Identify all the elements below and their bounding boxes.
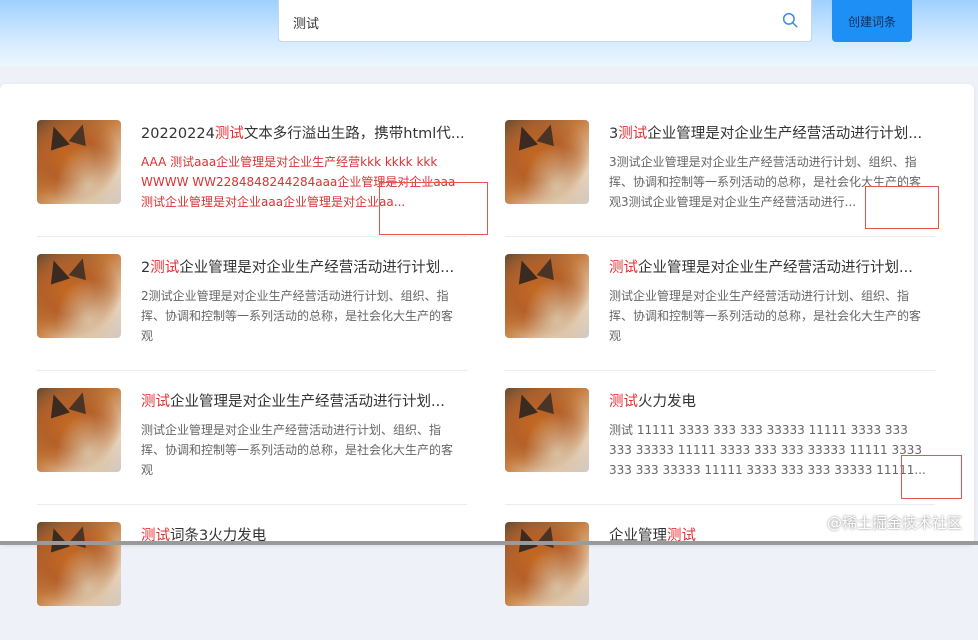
fox-thumbnail: [505, 120, 589, 204]
title-highlight: 测试: [609, 260, 638, 276]
annotation-box: [865, 186, 939, 229]
divider: [505, 370, 935, 371]
fox-thumbnail: [37, 120, 121, 204]
result-card[interactable]: 测试企业管理是对企业生产经营活动进行计划... 测试企业管理是对企业生产经营活动…: [37, 388, 467, 506]
result-description: 测试企业管理是对企业生产经营活动进行计划、组织、指挥、协调和控制等一系列活动的总…: [609, 289, 922, 343]
result-title[interactable]: 3测试企业管理是对企业生产经营活动进行计划...: [609, 122, 939, 143]
fox-thumbnail: [37, 522, 121, 606]
title-text: 3: [609, 126, 619, 142]
search-icon[interactable]: [781, 11, 799, 29]
title-text: 火力发电: [638, 394, 696, 410]
search-input[interactable]: [291, 10, 765, 34]
divider: [505, 504, 935, 505]
result-card[interactable]: 测试火力发电 测试 11111 3333 333 333 33333 11111…: [505, 388, 935, 506]
create-entry-button[interactable]: 创建词条: [832, 0, 912, 42]
fox-thumbnail: [505, 522, 589, 606]
header-bar: 创建词条: [0, 0, 978, 66]
result-description: 测试企业管理是对企业生产经营活动进行计划、组织、指挥、协调和控制等一系列活动的总…: [141, 423, 454, 477]
divider: [505, 236, 935, 237]
fox-thumbnail: [505, 254, 589, 338]
result-title[interactable]: 2测试企业管理是对企业生产经营活动进行计划...: [141, 256, 471, 277]
title-text: 企业管理是对企业生产经营活动进行计划...: [638, 260, 913, 276]
result-title[interactable]: 测试企业管理是对企业生产经营活动进行计划...: [609, 256, 939, 277]
result-card[interactable]: 2测试企业管理是对企业生产经营活动进行计划... 2测试企业管理是对企业生产经营…: [37, 254, 467, 372]
title-text: 文本多行溢出生路，携带html代...: [243, 126, 465, 142]
result-description: 测试 11111 3333 333 333 33333 11111 3333 3…: [609, 423, 926, 477]
divider: [37, 504, 467, 505]
annotation-box: [901, 455, 962, 499]
title-highlight: 测试: [214, 126, 244, 142]
title-highlight: 测试: [141, 394, 170, 410]
watermark: @稀土掘金技术社区: [826, 514, 962, 532]
title-text: 2: [141, 260, 151, 276]
title-highlight: 测试: [618, 126, 648, 142]
bottom-bar: [0, 541, 978, 545]
result-description: 2测试企业管理是对企业生产经营活动进行计划、组织、指挥、协调和控制等一系列活动的…: [141, 289, 454, 343]
result-title[interactable]: 测试火力发电: [609, 390, 939, 411]
result-title[interactable]: 测试企业管理是对企业生产经营活动进行计划...: [141, 390, 471, 411]
result-card[interactable]: 企业管理测试: [505, 522, 935, 640]
title-text: 企业管理是对企业生产经营活动进行计划...: [170, 394, 445, 410]
results-panel: 20220224测试文本多行溢出生路，携带html代... AAA 测试aaa企…: [0, 84, 974, 606]
title-highlight: 测试: [609, 394, 638, 410]
title-text: 20220224: [141, 126, 215, 142]
title-text: 企业管理是对企业生产经营活动进行计划...: [179, 260, 455, 276]
title-highlight: 测试: [150, 260, 180, 276]
title-text: 企业管理是对企业生产经营活动进行计划...: [647, 126, 923, 142]
fox-thumbnail: [37, 254, 121, 338]
search-box[interactable]: [278, 0, 812, 42]
result-card[interactable]: 测试企业管理是对企业生产经营活动进行计划... 测试企业管理是对企业生产经营活动…: [505, 254, 935, 372]
fox-thumbnail: [505, 388, 589, 472]
fox-thumbnail: [37, 388, 121, 472]
result-title[interactable]: 20220224测试文本多行溢出生路，携带html代...: [141, 122, 471, 143]
result-card[interactable]: 测试词条3火力发电: [37, 522, 467, 640]
annotation-box: [379, 182, 488, 235]
divider: [37, 236, 467, 237]
divider: [37, 370, 467, 371]
